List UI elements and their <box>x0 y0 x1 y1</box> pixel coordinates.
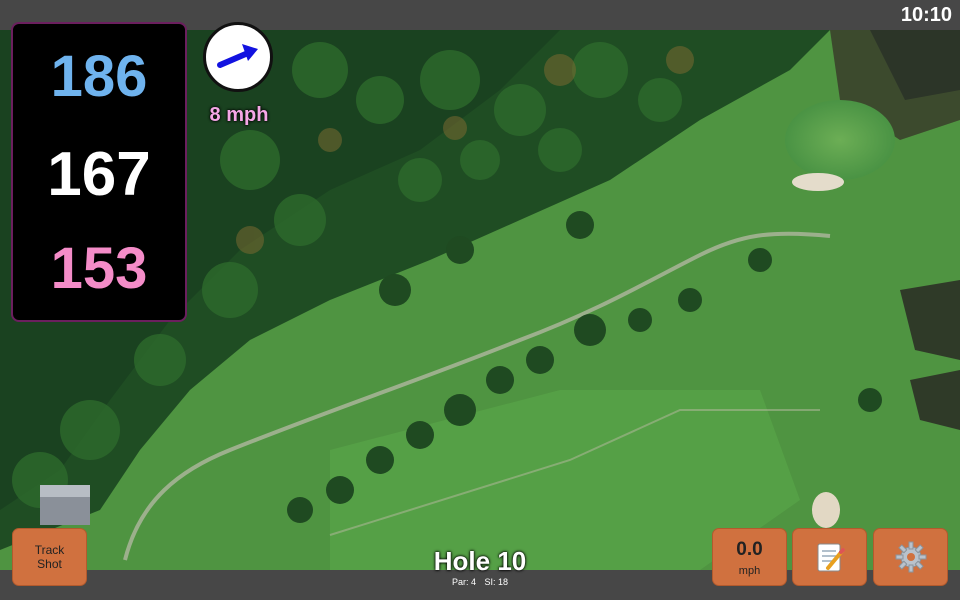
hole-meta: Par: 4 SI: 18 <box>400 577 560 587</box>
gear-icon <box>895 541 926 573</box>
clock: 10:10 <box>900 4 952 26</box>
center-distance: 167 <box>47 140 151 209</box>
back-distance: 186 <box>50 44 148 109</box>
settings-button[interactable] <box>873 528 948 586</box>
notepad-icon <box>817 543 845 572</box>
speed-unit: mph <box>738 565 761 577</box>
front-distance: 153 <box>50 236 148 301</box>
hole-stroke-index: SI: 18 <box>484 577 509 587</box>
notes-button[interactable] <box>792 528 867 586</box>
wind-speed-label: 8 mph <box>209 104 269 126</box>
hole-par: Par: 4 <box>451 577 476 587</box>
track-shot-button[interactable]: Track Shot <box>12 528 87 586</box>
wind-arrow-icon <box>217 44 258 68</box>
speed-button[interactable]: 0.0 mph <box>712 528 787 586</box>
speed-value: 0.0 <box>736 539 763 560</box>
hole-title: Hole 10 <box>433 546 527 576</box>
distance-panel: 186 167 153 <box>11 22 187 322</box>
wind-indicator <box>203 22 273 92</box>
